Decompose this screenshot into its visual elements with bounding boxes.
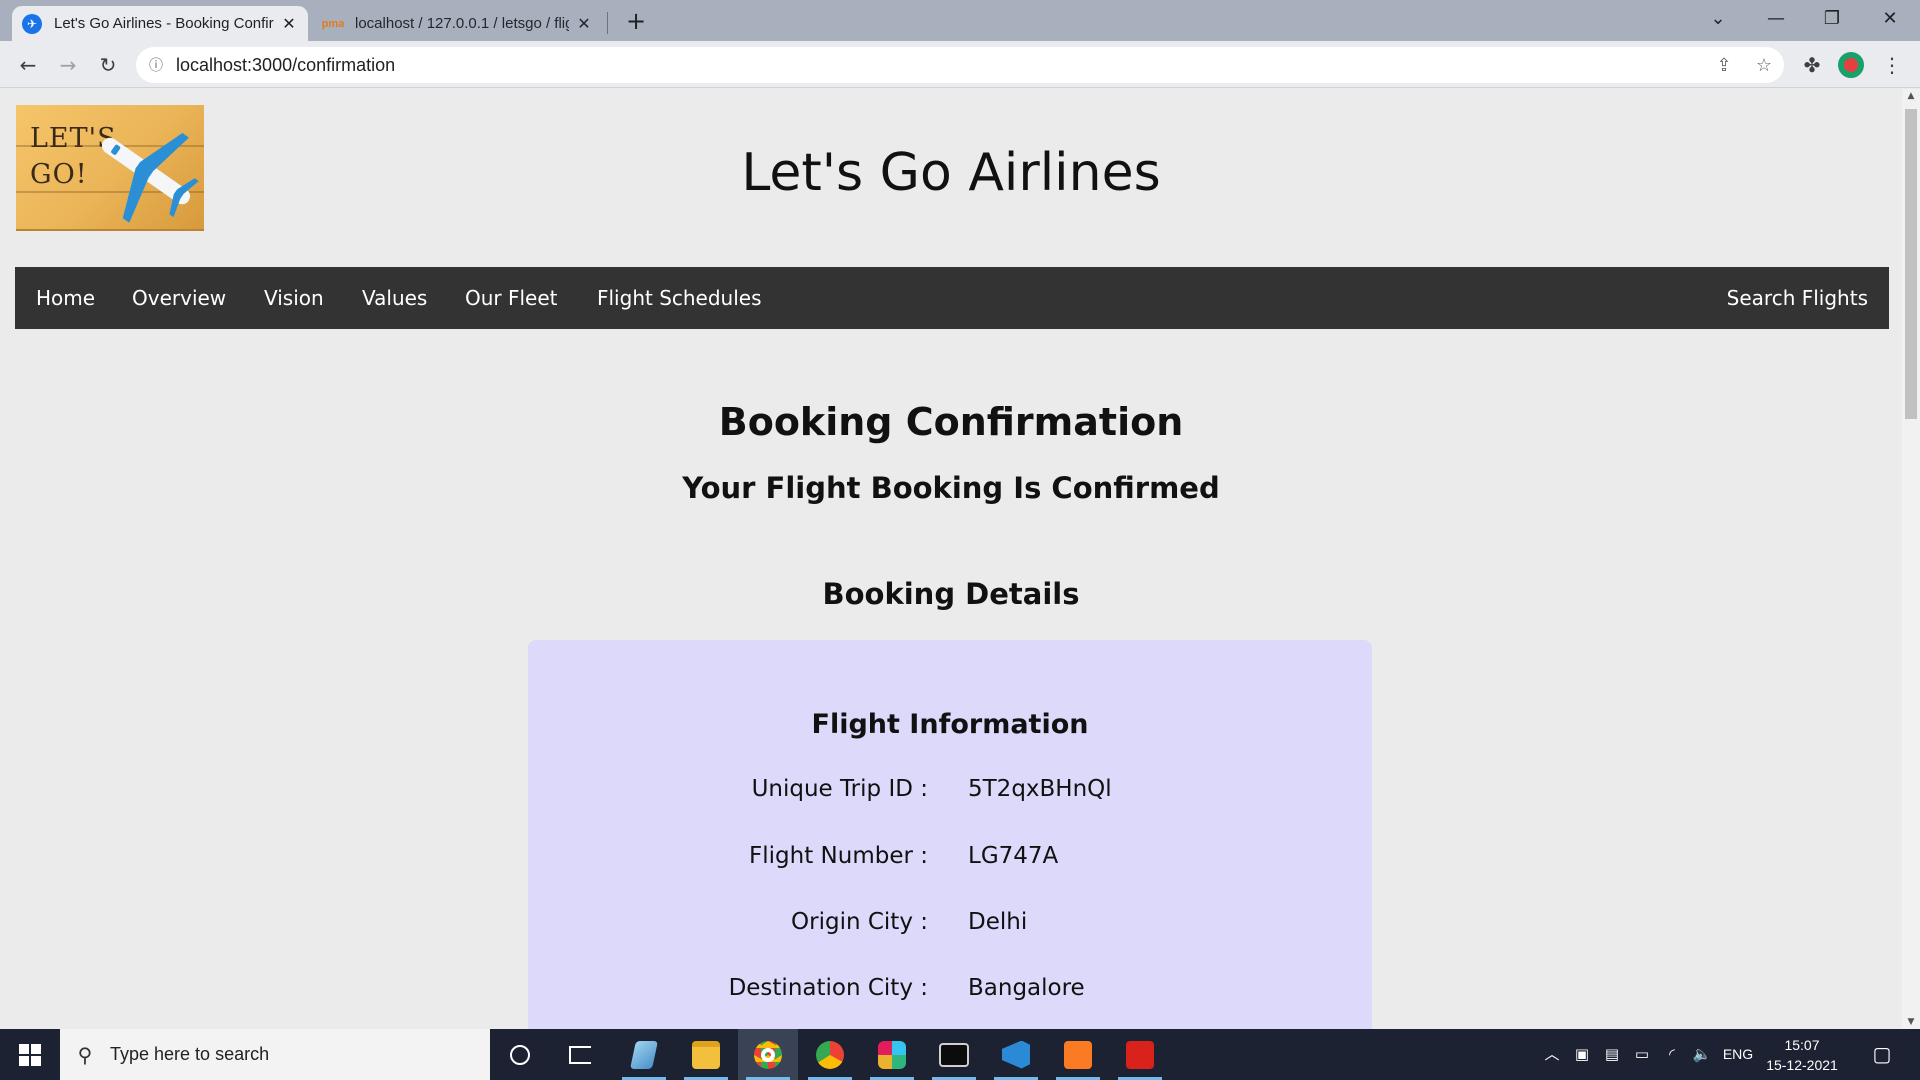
detail-value: Delhi bbox=[968, 909, 1028, 935]
nav-our-fleet[interactable]: Our Fleet bbox=[465, 267, 558, 329]
extensions-puzzle-icon[interactable]: ✤ bbox=[1796, 49, 1828, 81]
chrome-icon[interactable] bbox=[738, 1029, 798, 1080]
flight-information-card: Flight Information Unique Trip ID : 5T2q… bbox=[528, 640, 1372, 1029]
search-icon: ⚲ bbox=[77, 1042, 93, 1067]
close-window-button[interactable]: ✕ bbox=[1862, 0, 1918, 41]
detail-row-flight-number: Flight Number : LG747A bbox=[528, 843, 1372, 883]
taskbar-search-placeholder: Type here to search bbox=[110, 1044, 270, 1064]
detail-label: Origin City : bbox=[791, 909, 928, 935]
start-button[interactable] bbox=[0, 1029, 60, 1080]
address-bar[interactable]: ⓘ localhost:3000/confirmation ⇪ ☆ bbox=[136, 47, 1784, 83]
nav-search-flights[interactable]: Search Flights bbox=[1727, 267, 1868, 329]
tab-phpmyadmin[interactable]: pma localhost / 127.0.0.1 / letsgo / fli… bbox=[313, 6, 603, 41]
site-favicon-icon: ✈ bbox=[22, 13, 42, 34]
nav-home[interactable]: Home bbox=[36, 267, 95, 329]
card-title: Flight Information bbox=[811, 709, 1089, 740]
bookmark-star-icon[interactable]: ☆ bbox=[1744, 55, 1784, 76]
device-icon[interactable]: ▤ bbox=[1598, 1029, 1626, 1080]
tab-title: localhost / 127.0.0.1 / letsgo / flights bbox=[355, 15, 569, 32]
browser-tab-strip: ✈ Let's Go Airlines - Booking Confirmati… bbox=[0, 0, 1920, 41]
clock-time: 15:07 bbox=[1784, 1037, 1820, 1053]
meet-now-icon[interactable]: ▣ bbox=[1568, 1029, 1596, 1080]
profile-avatar[interactable] bbox=[1838, 52, 1864, 78]
url-text[interactable]: localhost:3000/confirmation bbox=[176, 55, 1704, 76]
wifi-icon[interactable]: ◜ bbox=[1658, 1029, 1686, 1080]
tab-close-icon[interactable]: ✕ bbox=[280, 14, 298, 34]
tab-booking-confirmation[interactable]: ✈ Let's Go Airlines - Booking Confirmati… bbox=[12, 6, 308, 41]
scrollbar-thumb[interactable] bbox=[1905, 109, 1917, 419]
page-heading: Booking Confirmation bbox=[718, 400, 1184, 444]
input-language[interactable]: ENG bbox=[1718, 1029, 1758, 1080]
detail-label: Unique Trip ID : bbox=[751, 776, 928, 802]
vscode-icon[interactable] bbox=[986, 1029, 1046, 1080]
battery-icon[interactable]: ▭ bbox=[1628, 1029, 1656, 1080]
detail-label: Flight Number : bbox=[749, 843, 928, 869]
tab-title: Let's Go Airlines - Booking Confirmation bbox=[54, 15, 274, 32]
back-button[interactable]: ← bbox=[12, 49, 44, 81]
detail-row-destination-city: Destination City : Bangalore bbox=[528, 975, 1372, 1015]
browser-menu-icon[interactable]: ⋮ bbox=[1876, 49, 1908, 81]
notifications-icon[interactable]: ▢ bbox=[1862, 1029, 1902, 1080]
forward-button[interactable]: → bbox=[52, 49, 84, 81]
nav-flight-schedules[interactable]: Flight Schedules bbox=[597, 267, 762, 329]
windows-logo-icon bbox=[19, 1043, 41, 1066]
detail-row-origin-city: Origin City : Delhi bbox=[528, 909, 1372, 949]
detail-value: LG747A bbox=[968, 843, 1059, 869]
page-scrollbar[interactable]: ▲ ▼ bbox=[1902, 89, 1920, 1029]
minimize-button[interactable]: — bbox=[1748, 0, 1804, 41]
volume-icon[interactable]: 🔈 bbox=[1688, 1029, 1716, 1080]
tab-close-icon[interactable]: ✕ bbox=[575, 14, 593, 34]
show-hidden-icons-chevron-icon[interactable]: ︿ bbox=[1538, 1029, 1566, 1080]
detail-value: 5T2qxBHnQl bbox=[968, 776, 1112, 802]
cortana-icon[interactable] bbox=[490, 1029, 550, 1080]
browser-toolbar: ← → ↻ ⓘ localhost:3000/confirmation ⇪ ☆ … bbox=[0, 41, 1920, 88]
confirmation-message: Your Flight Booking Is Confirmed bbox=[682, 471, 1220, 505]
restore-button[interactable]: ❐ bbox=[1804, 0, 1860, 41]
file-explorer-icon[interactable] bbox=[676, 1029, 736, 1080]
system-clock[interactable]: 15:07 15-12-2021 bbox=[1760, 1035, 1844, 1075]
nav-overview[interactable]: Overview bbox=[132, 267, 226, 329]
acrobat-icon[interactable] bbox=[1110, 1029, 1170, 1080]
notes-app-icon[interactable] bbox=[614, 1029, 674, 1080]
site-title: Let's Go Airlines bbox=[741, 143, 1161, 203]
site-info-icon[interactable]: ⓘ bbox=[136, 55, 176, 75]
page-viewport: LET'S GO! Let's Go Airlines Home Overvie… bbox=[0, 89, 1902, 1029]
new-tab-button[interactable]: + bbox=[620, 6, 652, 38]
taskbar-search-box[interactable]: ⚲ Type here to search bbox=[60, 1029, 490, 1080]
slack-icon[interactable] bbox=[862, 1029, 922, 1080]
detail-value: Bangalore bbox=[968, 975, 1085, 1001]
nav-vision[interactable]: Vision bbox=[264, 267, 324, 329]
detail-label: Destination City : bbox=[728, 975, 928, 1001]
terminal-icon[interactable] bbox=[924, 1029, 984, 1080]
detail-row-trip-id: Unique Trip ID : 5T2qxBHnQl bbox=[528, 776, 1372, 816]
chrome-profile-icon[interactable] bbox=[800, 1029, 860, 1080]
xampp-icon[interactable] bbox=[1048, 1029, 1108, 1080]
tab-search-chevron-icon[interactable]: ⌄ bbox=[1690, 0, 1746, 41]
main-navigation: Home Overview Vision Values Our Fleet Fl… bbox=[15, 267, 1889, 329]
task-view-icon[interactable] bbox=[550, 1029, 610, 1080]
phpmyadmin-favicon-icon: pma bbox=[321, 17, 345, 30]
reload-button[interactable]: ↻ bbox=[92, 49, 124, 81]
booking-details-heading: Booking Details bbox=[822, 577, 1080, 611]
tab-separator bbox=[607, 12, 608, 34]
windows-taskbar: ⚲ Type here to search ︿ ▣ ▤ ▭ ◜ 🔈 ENG 15… bbox=[0, 1029, 1920, 1080]
share-icon[interactable]: ⇪ bbox=[1704, 55, 1744, 76]
scroll-up-arrow-icon[interactable]: ▲ bbox=[1902, 91, 1920, 101]
clock-date: 15-12-2021 bbox=[1766, 1057, 1838, 1073]
nav-values[interactable]: Values bbox=[362, 267, 427, 329]
scroll-down-arrow-icon[interactable]: ▼ bbox=[1902, 1017, 1920, 1027]
